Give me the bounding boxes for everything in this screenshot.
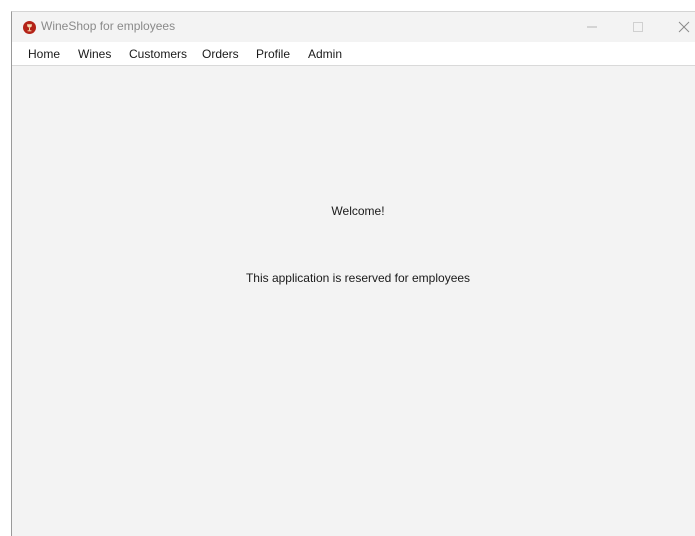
minimize-icon bbox=[587, 26, 597, 28]
maximize-icon bbox=[633, 22, 643, 32]
menu-item-wines[interactable]: Wines bbox=[78, 47, 111, 61]
menu-bar: Home Wines Customers Orders Profile Admi… bbox=[12, 42, 695, 66]
app-window: WineShop for employees Home Wines Custom… bbox=[11, 11, 695, 536]
main-content: Welcome! This application is reserved fo… bbox=[12, 66, 695, 536]
window-title: WineShop for employees bbox=[41, 19, 176, 33]
menu-item-customers[interactable]: Customers bbox=[129, 47, 187, 61]
maximize-button[interactable] bbox=[618, 12, 658, 42]
menu-item-orders[interactable]: Orders bbox=[202, 47, 239, 61]
close-icon bbox=[678, 21, 690, 33]
employees-notice: This application is reserved for employe… bbox=[245, 271, 471, 285]
menu-item-profile[interactable]: Profile bbox=[256, 47, 290, 61]
welcome-text: Welcome! bbox=[331, 204, 385, 218]
menu-item-admin[interactable]: Admin bbox=[308, 47, 342, 61]
close-button[interactable] bbox=[664, 12, 695, 42]
wine-glass-icon bbox=[23, 21, 36, 34]
title-bar[interactable]: WineShop for employees bbox=[12, 12, 695, 42]
minimize-button[interactable] bbox=[572, 12, 612, 42]
menu-item-home[interactable]: Home bbox=[28, 47, 60, 61]
